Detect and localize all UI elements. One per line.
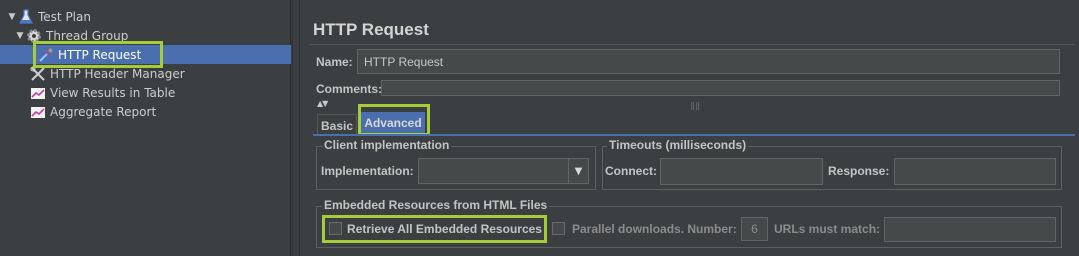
implementation-select[interactable]: ▼ [418, 158, 589, 184]
urls-must-match-field[interactable] [884, 217, 1056, 242]
embedded-resources-title: Embedded Resources from HTML Files [322, 198, 550, 212]
highlight-box [358, 104, 430, 136]
connect-label: Connect: [605, 164, 657, 178]
highlight-box [33, 41, 163, 68]
parallel-downloads-label: Parallel downloads. Number: [572, 222, 737, 236]
response-timeout-field[interactable] [894, 158, 1056, 185]
tree-item-aggregate-report[interactable]: Aggregate Report [30, 102, 156, 121]
tree-item-label: HTTP Header Manager [50, 66, 185, 81]
chart-icon [30, 85, 46, 101]
parallel-downloads-checkbox[interactable] [552, 222, 565, 235]
comments-label: Comments: [316, 82, 383, 96]
name-field[interactable]: HTTP Request [357, 49, 1060, 74]
tree-item-label: Aggregate Report [50, 104, 157, 119]
test-plan-tree: ▼ Test Plan ▼ Thread Group HTTP Request … [0, 0, 291, 256]
client-implementation-title: Client implementation [322, 138, 452, 152]
expand-arrow-icon[interactable]: ▼ [6, 12, 18, 22]
highlight-box [322, 215, 547, 243]
title-separator [309, 44, 1075, 45]
split-pane-divider[interactable] [292, 0, 300, 256]
collapse-arrows-icon[interactable]: ▲▼ [317, 99, 328, 108]
resize-grip-icon[interactable]: ⣿⣿ [690, 102, 700, 110]
page-title: HTTP Request [313, 20, 429, 39]
flask-icon [18, 8, 34, 25]
tree-item-test-plan[interactable]: ▼ Test Plan [6, 7, 91, 26]
tree-item-label: View Results in Table [50, 85, 176, 100]
comments-field[interactable] [381, 80, 1060, 96]
implementation-label: Implementation: [321, 164, 414, 178]
name-label: Name: [316, 55, 353, 69]
tab-basic[interactable]: Basic [317, 114, 357, 136]
parallel-number-field[interactable]: 6 [741, 217, 768, 241]
expand-arrow-icon[interactable]: ▼ [14, 31, 26, 41]
timeouts-title: Timeouts (milliseconds) [607, 138, 749, 152]
connect-timeout-field[interactable] [660, 158, 823, 185]
chart-icon [30, 104, 46, 120]
urls-must-match-label: URLs must match: [774, 222, 881, 236]
response-label: Response: [828, 164, 890, 178]
http-request-panel: HTTP Request Name: HTTP Request Comments… [301, 0, 1079, 256]
tree-item-view-results-in-table[interactable]: View Results in Table [30, 83, 175, 102]
tab-underline [313, 134, 1075, 136]
chevron-down-icon[interactable]: ▼ [568, 159, 588, 183]
tree-item-label: Test Plan [38, 9, 91, 24]
